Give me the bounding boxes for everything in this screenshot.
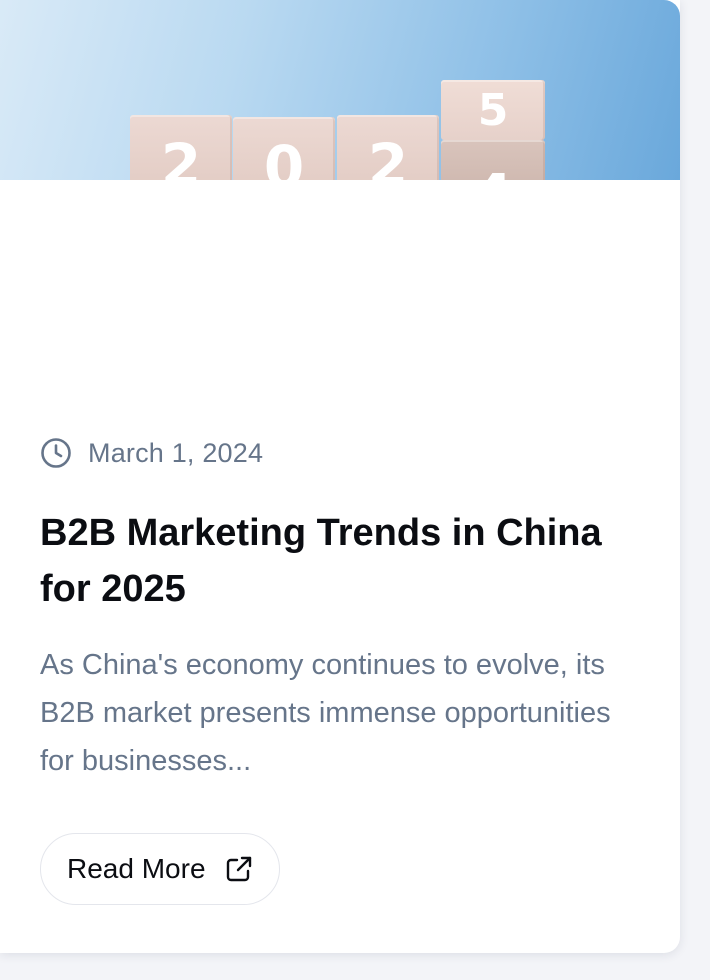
wood-block: 2 — [130, 115, 232, 180]
block-digit: 2 — [367, 131, 409, 180]
external-link-icon — [224, 854, 254, 884]
block-digit: 0 — [263, 133, 305, 180]
clock-icon — [40, 437, 72, 469]
read-more-button[interactable]: Read More — [40, 833, 280, 905]
date-text: March 1, 2024 — [88, 437, 264, 468]
article-date: March 1, 2024 — [40, 437, 263, 469]
block-digit: 4 — [473, 161, 513, 180]
wood-block: 2 — [337, 115, 439, 180]
block-digit: 5 — [477, 85, 509, 136]
block-digit: 2 — [160, 131, 202, 180]
article-card[interactable]: 2 0 2 4 5 March 1, 2024 B2B Marketing Tr… — [0, 0, 680, 953]
page: 2 0 2 4 5 March 1, 2024 B2B Marketing Tr… — [0, 0, 710, 980]
wood-block: 5 — [441, 80, 545, 140]
article-title[interactable]: B2B Marketing Trends in China for 2025 — [40, 505, 650, 617]
read-more-label: Read More — [67, 853, 206, 884]
wood-block: 4 — [441, 140, 545, 180]
wood-block: 0 — [233, 117, 335, 180]
article-image[interactable]: 2 0 2 4 5 — [0, 0, 680, 180]
article-excerpt: As China's economy continues to evolve, … — [40, 649, 611, 777]
